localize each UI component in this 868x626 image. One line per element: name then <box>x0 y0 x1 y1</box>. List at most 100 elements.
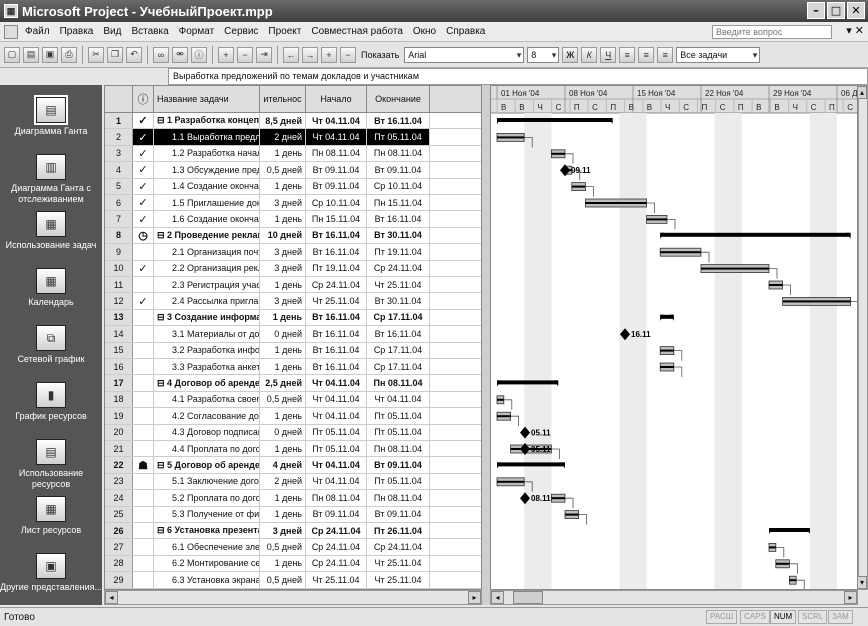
task-name-cell[interactable]: 1.4 Создание оконча <box>154 178 260 194</box>
cut-icon[interactable]: ✂ <box>88 46 104 63</box>
task-name-cell[interactable]: 4.1 Разработка своег <box>154 391 260 408</box>
duration-cell[interactable]: 1 день <box>260 441 306 457</box>
scroll-right-icon[interactable]: ▸ <box>844 591 857 604</box>
scroll-right-icon[interactable]: ▸ <box>468 591 481 604</box>
task-name-cell[interactable]: 1.1 Выработка предл <box>154 129 260 145</box>
view-gantt-chart[interactable]: ▤ Диаграмма Ганта <box>0 95 102 137</box>
menu-insert[interactable]: Вставка <box>126 26 173 37</box>
table-row[interactable]: 25 5.3 Получение от фир 1 день Вт 09.11.04 В… <box>105 506 481 523</box>
start-cell[interactable]: Пт 05.11.04 <box>306 441 367 457</box>
table-row[interactable]: 17 ⊟ 4 Договор об аренде з 2,5 дней Чт 04.1… <box>105 375 481 392</box>
header-finish[interactable]: Окончание <box>367 86 430 112</box>
new-icon[interactable]: ▢ <box>4 46 20 63</box>
task-name-cell[interactable]: 6.2 Монтирование се <box>154 555 260 572</box>
task-name-cell[interactable]: 3.1 Материалы от дог <box>154 326 260 342</box>
duration-cell[interactable]: 1 день <box>260 555 306 572</box>
finish-cell[interactable]: Чт 04.11.04 <box>367 391 430 408</box>
document-icon[interactable] <box>4 24 18 39</box>
view-resource-graph[interactable]: ▮ График ресурсов <box>0 382 102 422</box>
start-cell[interactable]: Вт 09.11.04 <box>306 162 367 178</box>
finish-cell[interactable]: Пн 08.11.04 <box>367 441 430 457</box>
menu-view[interactable]: Вид <box>98 26 126 37</box>
bold-button[interactable]: Ж <box>562 46 579 63</box>
start-cell[interactable]: Ср 24.11.04 <box>306 523 367 539</box>
finish-cell[interactable]: Ср 17.11.04 <box>367 309 430 326</box>
start-cell[interactable]: Чт 25.11.04 <box>306 293 367 309</box>
finish-cell[interactable]: Ср 17.11.04 <box>367 342 430 358</box>
start-cell[interactable]: Чт 04.11.04 <box>306 408 367 424</box>
task-name-cell[interactable]: 1.6 Создание оконча <box>154 211 260 227</box>
finish-cell[interactable]: Вт 09.11.04 <box>367 457 430 473</box>
italic-button[interactable]: К <box>581 46 598 63</box>
scroll-up-icon[interactable]: ▴ <box>857 86 867 99</box>
start-cell[interactable]: Вт 16.11.04 <box>306 359 367 375</box>
header-indicators[interactable]: ⓘ <box>133 86 154 112</box>
table-row[interactable]: 2 ✓ 1.1 Выработка предл 2 дней Чт 04.11.04 Пт… <box>105 129 481 146</box>
scroll-left-icon[interactable]: ◂ <box>105 591 118 604</box>
finish-cell[interactable]: Ср 24.11.04 <box>367 260 430 276</box>
view-network-diagram[interactable]: ⧉ Сетевой график <box>0 325 102 365</box>
start-cell[interactable]: Ср 24.11.04 <box>306 539 367 555</box>
menu-window[interactable]: Окно <box>408 26 441 37</box>
zoom-out-icon[interactable]: − <box>237 46 253 63</box>
task-name-cell[interactable]: 2.1 Организация почт <box>154 244 260 260</box>
start-cell[interactable]: Пт 19.11.04 <box>306 260 367 276</box>
table-row[interactable]: 6 ✓ 1.5 Приглашение докл 3 дней Ср 10.11.04 П… <box>105 195 481 212</box>
view-task-usage[interactable]: ▦ Использование задач <box>0 211 102 251</box>
open-icon[interactable]: ▤ <box>23 46 39 63</box>
gantt-chart-canvas[interactable]: 01 Ноя '04 08 Ноя '04 15 Ноя '04 22 Ноя '04… <box>491 86 858 590</box>
font-select[interactable]: Arial <box>404 46 525 63</box>
menu-collaborate[interactable]: Совместная работа <box>306 26 408 37</box>
start-cell[interactable]: Чт 04.11.04 <box>306 391 367 408</box>
zoom-in-icon[interactable]: + <box>218 46 234 63</box>
task-name-cell[interactable]: 1.5 Приглашение докл <box>154 195 260 211</box>
print-icon[interactable]: ⎙ <box>61 46 77 63</box>
start-cell[interactable]: Вт 16.11.04 <box>306 227 367 244</box>
table-row[interactable]: 18 4.1 Разработка своег 0,5 дней Чт 04.11.0… <box>105 391 481 409</box>
view-resource-sheet[interactable]: ▦ Лист ресурсов <box>0 496 102 536</box>
table-row[interactable]: 22 ☗ ⊟ 5 Договор об аренде п4 дней Чт 04.11… <box>105 457 481 474</box>
menu-project[interactable]: Проект <box>263 26 306 37</box>
save-icon[interactable]: ▣ <box>42 46 58 63</box>
duration-cell[interactable]: 2,5 дней <box>260 375 306 391</box>
table-row[interactable]: 4 ✓ 1.3 Обсуждение пред 0,5 дней Вт 09.11.04… <box>105 162 481 179</box>
finish-cell[interactable]: Пн 15.11.04 <box>367 195 430 211</box>
menu-tools[interactable]: Сервис <box>219 26 263 37</box>
task-name-cell[interactable]: 5.3 Получение от фир <box>154 506 260 522</box>
task-name-cell[interactable]: ⊟ 3 Создание информаци <box>154 309 260 326</box>
task-name-cell[interactable]: 6.1 Обеспечение элек <box>154 539 260 555</box>
table-row[interactable]: 29 6.3 Установка экрана 0,5 дней Чт 25.11.0… <box>105 572 481 589</box>
start-cell[interactable]: Вт 09.11.04 <box>306 506 367 522</box>
hide-subtasks-icon[interactable]: − <box>340 46 356 63</box>
table-row[interactable]: 23 5.1 Заключение догов 2 дней Чт 04.11.04 П… <box>105 473 481 491</box>
menu-help[interactable]: Справка <box>441 26 490 37</box>
start-cell[interactable]: Вт 16.11.04 <box>306 244 367 260</box>
start-cell[interactable]: Чт 25.11.04 <box>306 572 367 588</box>
show-dropdown[interactable]: Показать <box>359 50 401 60</box>
minimize-button[interactable]: – <box>807 2 825 19</box>
copy-icon[interactable]: ❐ <box>107 46 123 63</box>
start-cell[interactable]: Ср 24.11.04 <box>306 277 367 293</box>
table-row[interactable]: 12 ✓ 2.4 Рассылка приглаш 3 дней Чт 25.11.04… <box>105 293 481 310</box>
table-row[interactable]: 9 2.1 Организация почт 3 дней Вт 16.11.04 Пт… <box>105 244 481 261</box>
table-row[interactable]: 20 4.3 Договор подписан 0 дней Пт 05.11.04 П… <box>105 424 481 441</box>
table-row[interactable]: 15 3.2 Разработка инфор 1 день Вт 16.11.04 С… <box>105 342 481 359</box>
duration-cell[interactable]: 3 дней <box>260 244 306 260</box>
finish-cell[interactable]: Пт 19.11.04 <box>367 244 430 260</box>
table-row[interactable]: 7 ✓ 1.6 Создание оконча 1 день Пн 15.11.04 Вт… <box>105 211 481 228</box>
task-name-cell[interactable]: 2.2 Организация рекл <box>154 260 260 276</box>
task-name-cell[interactable]: 1.3 Обсуждение пред <box>154 162 260 178</box>
finish-cell[interactable]: Ср 10.11.04 <box>367 178 430 194</box>
finish-cell[interactable]: Пт 05.11.04 <box>367 473 430 490</box>
table-row[interactable]: 3 ✓ 1.2 Разработка начал 1 день Пн 08.11.04 П… <box>105 145 481 163</box>
duration-cell[interactable]: 8,5 дней <box>260 113 306 129</box>
task-name-cell[interactable]: 3.3 Разработка анкет <box>154 359 260 375</box>
underline-button[interactable]: Ч <box>600 46 617 63</box>
table-row[interactable]: 27 6.1 Обеспечение элек 0,5 дней Ср 24.11.0… <box>105 539 481 556</box>
task-info-icon[interactable]: ⓘ <box>191 46 207 63</box>
finish-cell[interactable]: Чт 25.11.04 <box>367 277 430 293</box>
task-name-cell[interactable]: 1.2 Разработка начал <box>154 145 260 162</box>
duration-cell[interactable]: 1 день <box>260 309 306 326</box>
finish-cell[interactable]: Вт 30.11.04 <box>367 227 430 244</box>
finish-cell[interactable]: Пн 08.11.04 <box>367 145 430 162</box>
